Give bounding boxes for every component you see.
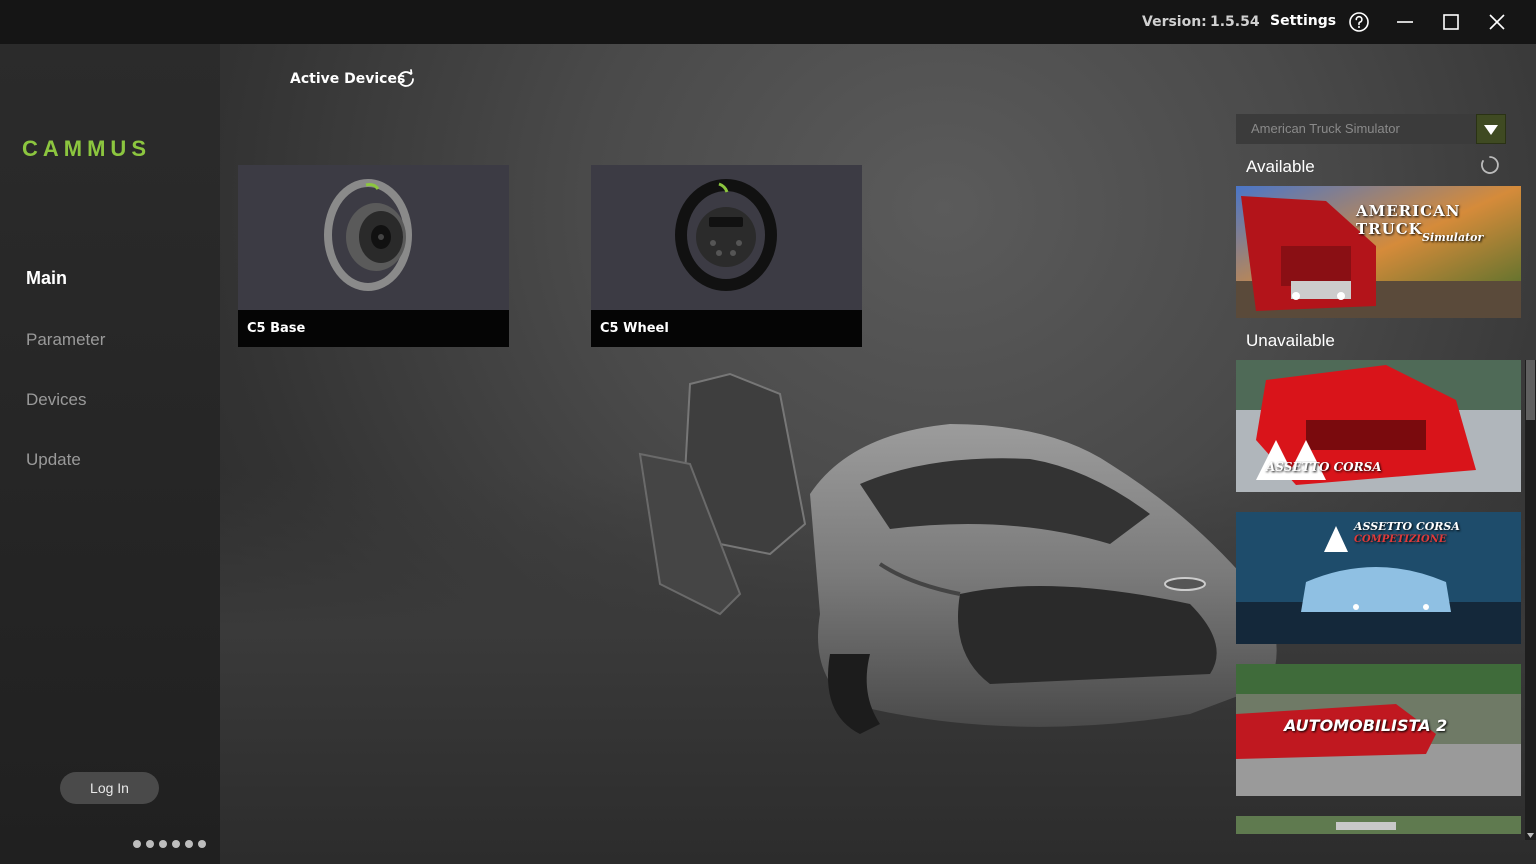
game-select[interactable]: American Truck Simulator bbox=[1236, 114, 1476, 144]
close-icon[interactable] bbox=[1485, 10, 1509, 34]
device-card-c5-base[interactable]: C5 Base bbox=[238, 165, 509, 347]
device-card-c5-wheel[interactable]: C5 Wheel bbox=[591, 165, 862, 347]
settings-button[interactable]: Settings bbox=[1270, 13, 1336, 29]
dot bbox=[172, 840, 180, 848]
sidebar-item-update[interactable]: Update bbox=[26, 450, 81, 470]
game-title: ASSETTO CORSA bbox=[1354, 520, 1460, 533]
game-tile-american-truck-simulator[interactable]: AMERICAN TRUCK Simulator bbox=[1236, 186, 1521, 318]
minimize-icon[interactable] bbox=[1393, 10, 1417, 34]
available-label: Available bbox=[1246, 157, 1315, 176]
main-panel: Active Devices C5 Base C5 Wheel American… bbox=[220, 44, 1536, 864]
logo-text: CAMMUS bbox=[22, 138, 151, 160]
steering-wheel-icon bbox=[591, 165, 862, 310]
sidebar-item-main[interactable]: Main bbox=[26, 268, 67, 289]
dot bbox=[146, 840, 154, 848]
help-icon[interactable] bbox=[1347, 10, 1371, 34]
sidebar-item-parameter[interactable]: Parameter bbox=[26, 330, 105, 350]
app-window: Version: 1.5.54 Settings CAMMUS Main Par… bbox=[0, 0, 1536, 864]
sidebar-item-devices[interactable]: Devices bbox=[26, 390, 86, 410]
loading-spinner-icon bbox=[1480, 155, 1500, 175]
dropdown-arrow-icon[interactable] bbox=[1476, 114, 1506, 144]
title-bar: Version: 1.5.54 Settings bbox=[0, 0, 1536, 44]
sidebar: CAMMUS Main Parameter Devices Update Log… bbox=[0, 44, 220, 864]
game-title: AUTOMOBILISTA 2 bbox=[1284, 716, 1448, 735]
device-name: C5 Base bbox=[238, 310, 509, 347]
refresh-icon[interactable] bbox=[395, 68, 417, 90]
wheel-base-icon bbox=[238, 165, 509, 310]
dot bbox=[133, 840, 141, 848]
game-title: ASSETTO CORSA bbox=[1266, 460, 1382, 474]
game-tile-assetto-corsa-competizione[interactable]: ASSETTO CORSA COMPETIZIONE bbox=[1236, 512, 1521, 644]
scrollbar-thumb[interactable] bbox=[1526, 360, 1535, 420]
maximize-icon[interactable] bbox=[1439, 10, 1463, 34]
game-list-scrollbar[interactable] bbox=[1525, 360, 1536, 840]
logo-wordmark: CAMMUS bbox=[22, 136, 151, 161]
page-dots bbox=[133, 840, 206, 848]
version-number: 1.5.54 bbox=[1210, 14, 1260, 30]
version-label: Version: bbox=[1142, 14, 1207, 30]
game-subtitle: Simulator bbox=[1422, 231, 1484, 244]
device-name: C5 Wheel bbox=[591, 310, 862, 347]
cammus-logo: CAMMUS bbox=[22, 136, 198, 164]
game-tile-assetto-corsa[interactable]: ASSETTO CORSA bbox=[1236, 360, 1521, 492]
game-tile-automobilista-2[interactable]: AUTOMOBILISTA 2 bbox=[1236, 664, 1521, 796]
unavailable-label: Unavailable bbox=[1246, 331, 1335, 350]
game-tile-partial[interactable] bbox=[1236, 816, 1521, 834]
game-banner-image bbox=[1236, 816, 1521, 834]
game-subtitle: COMPETIZIONE bbox=[1354, 534, 1447, 545]
dot bbox=[185, 840, 193, 848]
scroll-down-icon[interactable] bbox=[1526, 824, 1535, 838]
dot bbox=[159, 840, 167, 848]
login-button[interactable]: Log In bbox=[60, 772, 159, 804]
active-devices-label: Active Devices bbox=[290, 71, 406, 87]
dot bbox=[198, 840, 206, 848]
